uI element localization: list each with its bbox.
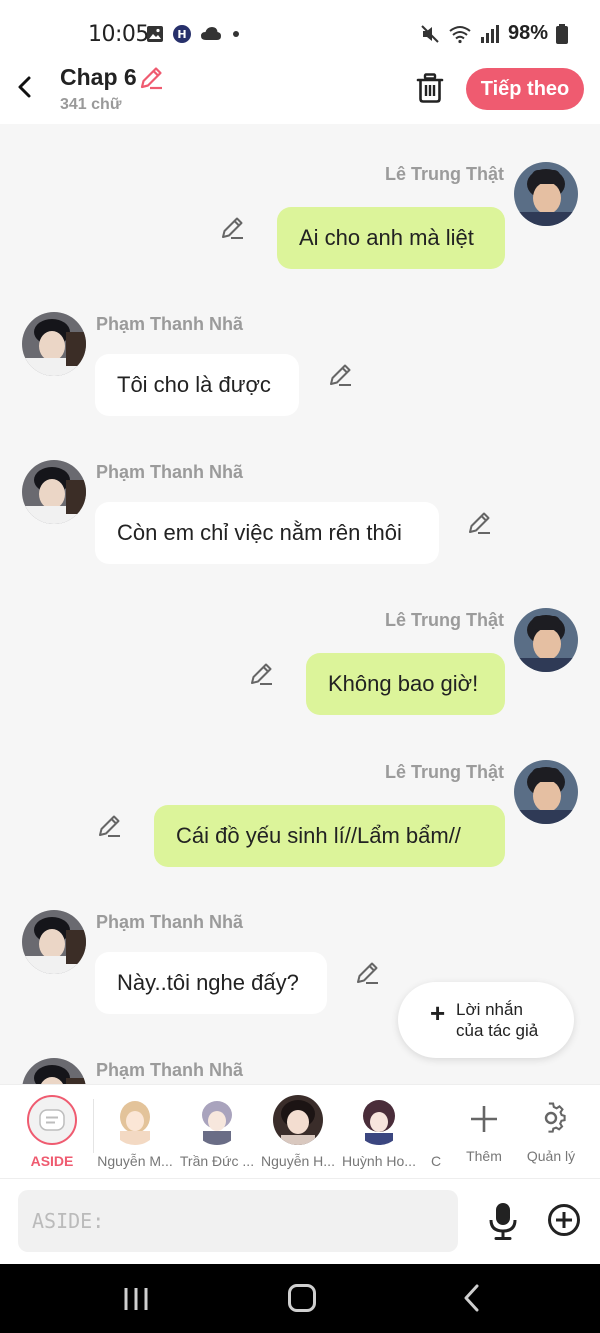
author-note-label-line2: của tác giả — [456, 1021, 539, 1040]
system-back-icon[interactable] — [462, 1284, 482, 1312]
character-aside[interactable]: ASIDE — [12, 1095, 92, 1169]
battery-icon — [556, 23, 568, 44]
input-bar — [0, 1178, 600, 1264]
sender-name: Phạm Thanh Nhã — [96, 314, 244, 334]
svg-text:H: H — [177, 28, 186, 41]
pencil-icon[interactable] — [96, 813, 122, 839]
message-bubble[interactable]: Ai cho anh mà liệt — [277, 207, 505, 269]
pencil-icon[interactable] — [327, 362, 353, 388]
message-bubble[interactable]: Còn em chỉ việc nằm rên thôi — [95, 502, 439, 564]
home-icon[interactable] — [288, 1284, 316, 1312]
character-avatar — [273, 1095, 323, 1145]
character-avatar — [192, 1095, 242, 1145]
add-label: Thêm — [466, 1148, 502, 1164]
divider — [93, 1099, 94, 1153]
next-button[interactable]: Tiếp theo — [466, 68, 584, 110]
chat-area[interactable]: Lê Trung Thật Ai cho anh mà liệt Phạm Th… — [0, 124, 600, 1084]
wifi-icon — [449, 25, 471, 43]
character-item[interactable]: Nguyễn M... — [95, 1095, 175, 1169]
avatar[interactable] — [22, 312, 86, 376]
recent-apps-icon[interactable] — [122, 1286, 150, 1312]
microphone-icon[interactable] — [486, 1201, 520, 1241]
app-icon: H — [173, 25, 191, 43]
status-time: 10:05 — [88, 22, 149, 47]
manage-button[interactable]: Quản lý — [516, 1095, 586, 1164]
manage-label: Quản lý — [526, 1148, 576, 1164]
top-app-bar: Chap 6 341 chữ Tiếp theo — [0, 52, 600, 124]
author-note-button[interactable]: + Lời nhắn của tác giả — [398, 982, 574, 1058]
plus-icon: + — [430, 998, 446, 1028]
avatar[interactable] — [22, 460, 86, 524]
status-system-icons: 98% — [420, 22, 568, 45]
avatar[interactable] — [22, 1058, 86, 1084]
sender-name: Phạm Thanh Nhã — [96, 1060, 244, 1080]
sender-name: Lê Trung Thật — [385, 762, 504, 782]
pencil-icon[interactable] — [219, 215, 245, 241]
message-bubble[interactable]: Cái đồ yếu sinh lí//Lẩm bẩm// — [154, 805, 505, 867]
character-bar: ASIDE Nguyễn M... Trần Đức ... Nguyễn H.… — [0, 1084, 600, 1178]
character-avatar — [110, 1095, 160, 1145]
avatar[interactable] — [514, 162, 578, 226]
author-note-label-line1: Lời nhắn — [456, 1000, 523, 1019]
aside-input[interactable] — [18, 1190, 458, 1252]
gallery-icon — [147, 26, 163, 42]
sender-name: Lê Trung Thật — [385, 164, 504, 184]
avatar[interactable] — [514, 608, 578, 672]
sender-name: Phạm Thanh Nhã — [96, 912, 244, 932]
pencil-icon[interactable] — [354, 960, 380, 986]
message-bubble[interactable]: Tôi cho là được — [95, 354, 299, 416]
plus-circle-icon[interactable] — [547, 1203, 581, 1237]
sender-name: Phạm Thanh Nhã — [96, 462, 244, 482]
pencil-icon[interactable] — [248, 661, 274, 687]
battery-percent: 98% — [507, 22, 548, 44]
character-label: Trần Đức ... — [179, 1153, 255, 1169]
character-label: Nguyễn H... — [261, 1153, 335, 1169]
dot-icon — [233, 31, 239, 37]
character-label: Nguyễn M... — [97, 1153, 173, 1169]
mute-icon — [421, 24, 439, 43]
plus-icon — [471, 1106, 497, 1132]
gear-icon — [544, 1102, 566, 1133]
message-bubble[interactable]: Không bao giờ! — [306, 653, 505, 715]
chapter-title[interactable]: Chap 6 — [60, 64, 137, 91]
avatar[interactable] — [514, 760, 578, 824]
character-item[interactable]: Nguyễn H... — [258, 1095, 338, 1169]
pencil-icon[interactable] — [466, 510, 492, 536]
avatar[interactable] — [22, 910, 86, 974]
system-nav-bar — [0, 1264, 600, 1333]
word-count: 341 chữ — [60, 96, 122, 113]
cloud-icon — [201, 27, 221, 40]
add-character-button[interactable]: Thêm — [449, 1095, 519, 1164]
status-notification-icons: H — [146, 24, 242, 44]
pencil-icon[interactable] — [138, 65, 164, 91]
trash-icon[interactable] — [414, 72, 446, 104]
back-chevron-icon[interactable] — [10, 72, 40, 102]
signal-icon — [480, 24, 499, 43]
character-label: ASIDE — [30, 1153, 74, 1169]
sender-name: Lê Trung Thật — [385, 610, 504, 630]
aside-icon — [27, 1095, 77, 1145]
message-bubble[interactable]: Này..tôi nghe đấy? — [95, 952, 327, 1014]
character-item[interactable]: Trần Đức ... — [177, 1095, 257, 1169]
